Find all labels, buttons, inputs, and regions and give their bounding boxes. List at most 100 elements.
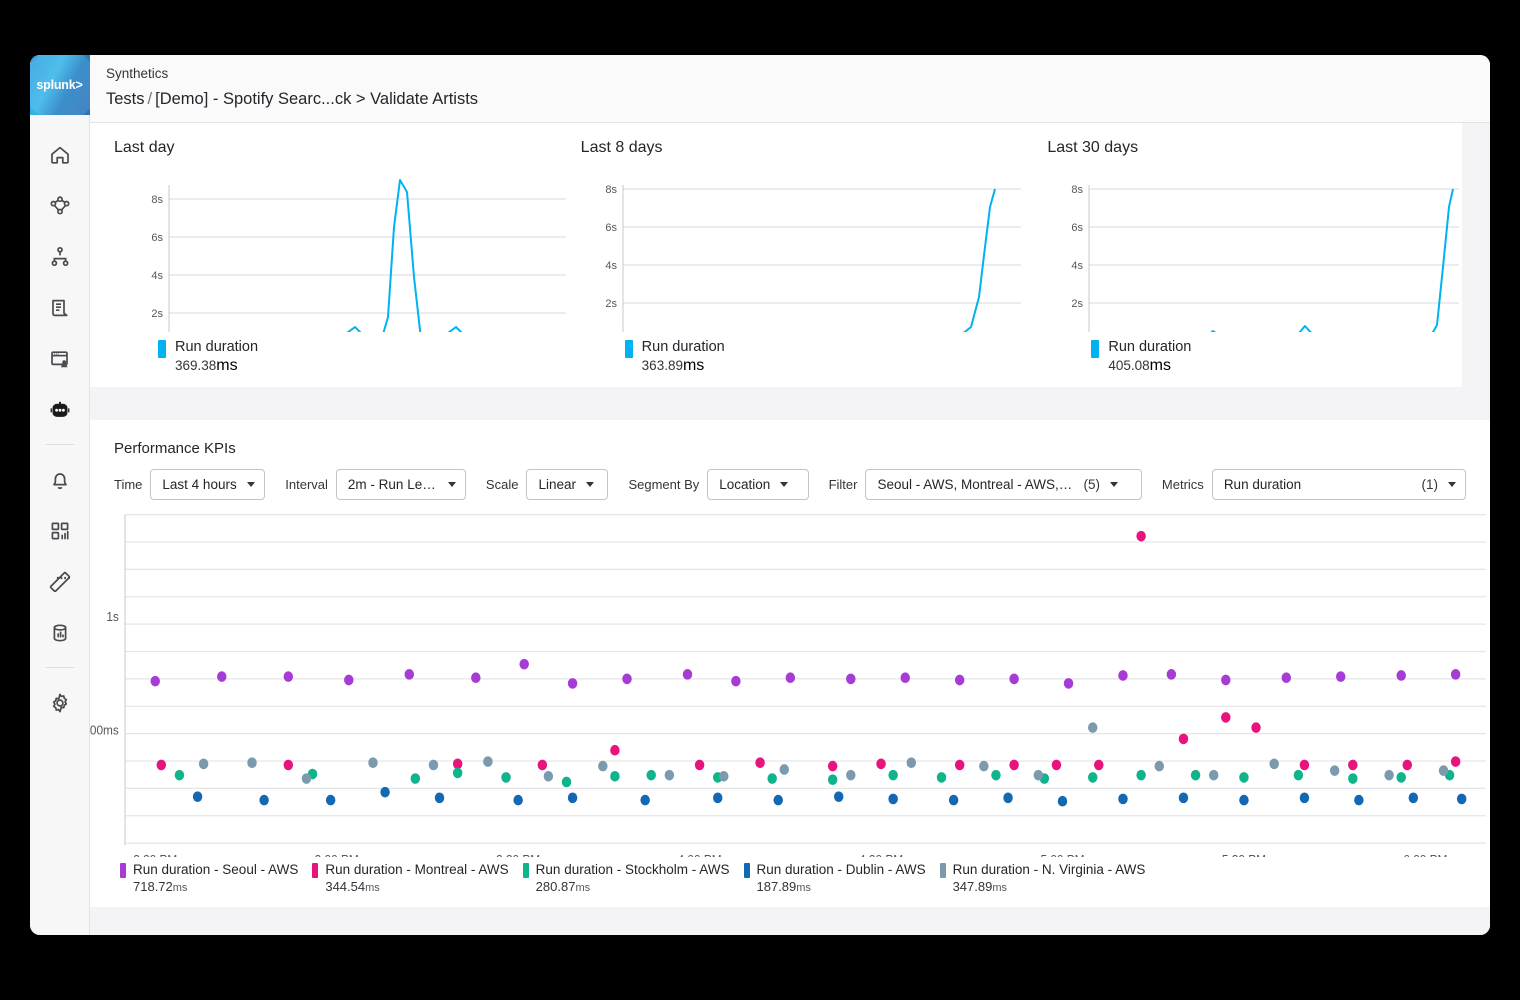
scatter-point[interactable] [544,771,553,782]
scatter-point[interactable] [1451,669,1460,680]
scatter-point[interactable] [199,759,208,770]
scatter-point[interactable] [471,672,480,683]
scatter-point[interactable] [1239,795,1248,806]
scatter-point[interactable] [1136,770,1145,781]
scatter-point[interactable] [1064,678,1073,689]
scatter-point[interactable] [1348,773,1357,784]
scatter-point[interactable] [193,791,202,802]
splunk-logo[interactable]: splunk> [30,55,90,115]
scatter-point[interactable] [695,760,704,771]
scatter-point[interactable] [1003,792,1012,803]
scatter-legend-item[interactable]: Run duration - N. Virginia - AWS347.89ms [940,861,1146,897]
scatter-point[interactable] [368,757,377,768]
scatter-point[interactable] [1179,734,1188,745]
scatter-point[interactable] [888,794,897,805]
scatter-point[interactable] [780,764,789,775]
sidebar-item-metrics[interactable] [30,556,90,607]
scatter-legend-item[interactable]: Run duration - Dublin - AWS187.89ms [744,861,926,897]
scatter-point[interactable] [453,768,462,779]
sidebar-item-log-observer[interactable] [30,282,90,333]
scatter-point[interactable] [1191,770,1200,781]
scatter-legend-item[interactable]: Run duration - Seoul - AWS718.72ms [120,861,298,897]
scatter-point[interactable] [622,674,631,685]
scatter-point[interactable] [1300,792,1309,803]
sidebar-item-home[interactable] [30,129,90,180]
scatter-point[interactable] [302,773,311,784]
performance-kpis-scatter-chart[interactable]: 500ms1s 2:30 PM3:00 PM3:30 PM4:00 PM4:30… [90,500,1490,857]
scatter-point[interactable] [1094,760,1103,771]
scatter-point[interactable] [1396,670,1405,681]
scatter-point[interactable] [901,672,910,683]
scatter-point[interactable] [453,759,462,770]
scatter-point[interactable] [1118,670,1127,681]
sidebar-item-infrastructure[interactable] [30,180,90,231]
scatter-point[interactable] [326,795,335,806]
scatter-point[interactable] [719,771,728,782]
sidebar-item-dashboards[interactable] [30,505,90,556]
scatter-point[interactable] [483,756,492,767]
scatter-point[interactable] [1118,794,1127,805]
scatter-point[interactable] [1136,531,1145,542]
scatter-point[interactable] [284,760,293,771]
scatter-point[interactable] [151,676,160,687]
scatter-point[interactable] [411,773,420,784]
sidebar-item-alerts[interactable] [30,454,90,505]
scatter-legend-item[interactable]: Run duration - Montreal - AWS344.54ms [312,861,508,897]
scatter-point[interactable] [568,792,577,803]
scatter-point[interactable] [767,773,776,784]
scatter-point[interactable] [955,760,964,771]
scatter-point[interactable] [1009,674,1018,685]
scatter-point[interactable] [1457,794,1466,805]
scatter-point[interactable] [786,672,795,683]
scatter-point[interactable] [610,745,619,756]
scatter-point[interactable] [846,770,855,781]
scatter-point[interactable] [1052,760,1061,771]
scatter-point[interactable] [1396,772,1405,783]
scatter-point[interactable] [1409,792,1418,803]
scatter-point[interactable] [828,774,837,785]
scatter-point[interactable] [1354,795,1363,806]
scatter-point[interactable] [429,760,438,771]
scatter-point[interactable] [405,669,414,680]
scatter-point[interactable] [519,659,528,670]
scatter-point[interactable] [683,669,692,680]
scatter-point[interactable] [834,791,843,802]
sidebar-item-data-management[interactable] [30,607,90,658]
scatter-point[interactable] [876,759,885,770]
scatter-point[interactable] [846,674,855,685]
scatter-point[interactable] [1384,770,1393,781]
segment-by-dropdown[interactable]: Location [707,469,808,500]
interval-dropdown[interactable]: 2m - Run Level [336,469,466,500]
scatter-point[interactable] [1088,772,1097,783]
scatter-point[interactable] [1336,671,1345,682]
scatter-point[interactable] [1348,760,1357,771]
sidebar-item-settings[interactable] [30,677,90,728]
metrics-dropdown[interactable]: Run duration (1) [1212,469,1466,500]
scatter-point[interactable] [1251,722,1260,733]
scatter-point[interactable] [1221,712,1230,723]
scatter-point[interactable] [1330,765,1339,776]
scatter-point[interactable] [713,792,722,803]
scatter-point[interactable] [538,760,547,771]
scatter-point[interactable] [157,760,166,771]
scatter-point[interactable] [1282,672,1291,683]
scatter-point[interactable] [773,795,782,806]
scatter-point[interactable] [828,761,837,772]
scatter-point[interactable] [1088,722,1097,733]
scatter-point[interactable] [435,792,444,803]
scatter-point[interactable] [1167,669,1176,680]
scatter-point[interactable] [501,772,510,783]
scatter-point[interactable] [513,795,522,806]
scatter-point[interactable] [991,770,1000,781]
scatter-point[interactable] [949,795,958,806]
scatter-point[interactable] [1179,792,1188,803]
breadcrumb-root[interactable]: Tests [106,90,145,108]
scatter-point[interactable] [1058,796,1067,807]
scatter-point[interactable] [646,770,655,781]
scatter-legend-item[interactable]: Run duration - Stockholm - AWS280.87ms [523,861,730,897]
scatter-point[interactable] [640,795,649,806]
time-range-dropdown[interactable]: Last 4 hours [150,469,265,500]
scatter-point[interactable] [955,675,964,686]
scatter-point[interactable] [217,671,226,682]
scatter-point[interactable] [598,761,607,772]
